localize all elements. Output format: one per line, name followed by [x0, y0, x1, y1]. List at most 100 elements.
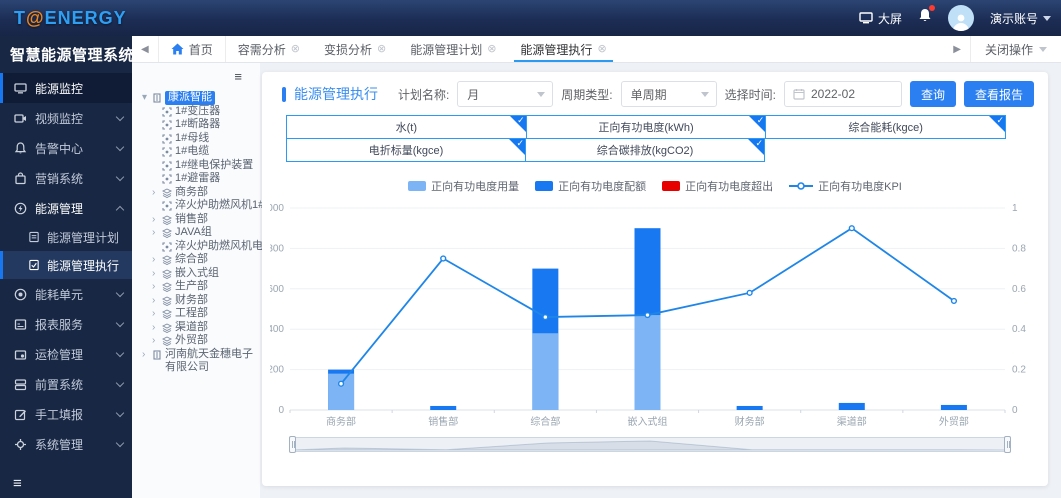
sidebar-item-energy-plan[interactable]: 能源管理计划: [0, 223, 132, 251]
tree-node-department[interactable]: ›销售部: [140, 213, 258, 227]
layers-icon: [162, 282, 172, 292]
sidebar-item-video-monitor[interactable]: 视频监控: [0, 103, 132, 133]
legend-item-quota[interactable]: 正向有功电度配额: [535, 178, 646, 194]
sidebar-collapse-button[interactable]: ≡: [13, 475, 22, 492]
sidebar-item-marketing-system[interactable]: 营销系统: [0, 163, 132, 193]
metric-tab-standard-coal[interactable]: 电折标量(kgce) ✓: [286, 138, 526, 162]
tree-node-department[interactable]: ›外贸部: [140, 334, 258, 348]
execute-doc-icon: [28, 259, 40, 271]
sidebar-item-front-system[interactable]: 前置系统: [0, 369, 132, 399]
sidebar-item-energy-execute[interactable]: 能源管理执行: [0, 251, 132, 279]
chevron-down-icon: [1039, 47, 1047, 52]
expander-icon[interactable]: ›: [152, 213, 159, 227]
expander-icon[interactable]: ›: [152, 267, 159, 281]
tree-node-device[interactable]: 淬火炉助燃风机1#: [140, 199, 258, 213]
datazoom-left-handle[interactable]: [289, 436, 296, 453]
close-icon[interactable]: ⊗: [487, 44, 496, 55]
expander-icon[interactable]: ›: [152, 226, 159, 240]
close-operations-dropdown[interactable]: 关闭操作: [970, 36, 1061, 62]
monitor-icon: [14, 82, 27, 95]
big-screen-button[interactable]: 大屏: [859, 10, 902, 27]
tree-node-department[interactable]: ›综合部: [140, 253, 258, 267]
tab-capacity-analysis[interactable]: 容需分析 ⊗: [226, 36, 312, 62]
plan-doc-icon: [28, 231, 40, 243]
sidebar-item-label: 营销系统: [35, 170, 83, 187]
tab-energy-execute[interactable]: 能源管理执行 ⊗: [508, 36, 618, 62]
query-button[interactable]: 查询: [910, 81, 956, 107]
notifications-button[interactable]: [918, 8, 932, 28]
tree-node-department[interactable]: ›商务部: [140, 186, 258, 200]
tree-node-label: 嵌入式组: [175, 267, 219, 281]
tree-node-device[interactable]: 1#断路器: [140, 118, 258, 132]
tree-node-department[interactable]: › 财务部: [140, 294, 258, 308]
sidebar-item-manual-entry[interactable]: 手工填报: [0, 399, 132, 429]
legend-item-exceed[interactable]: 正向有功电度超出: [662, 178, 773, 194]
close-icon[interactable]: ⊗: [597, 44, 606, 55]
period-type-select[interactable]: 单周期: [621, 81, 717, 107]
expander-icon[interactable]: ▾: [142, 91, 149, 105]
check-icon: ✓: [996, 115, 1004, 126]
datazoom-right-handle[interactable]: [1004, 436, 1011, 453]
tab-label: 能源管理执行: [520, 41, 592, 58]
pencil-form-icon: [14, 408, 27, 421]
tree-node-device[interactable]: 1#继电保护装置: [140, 159, 258, 173]
account-menu[interactable]: 演示账号: [990, 10, 1051, 27]
tree-node-device[interactable]: 淬火炉助燃风机电机: [140, 240, 258, 254]
expander-icon[interactable]: ›: [152, 307, 159, 321]
tab-scroll-left-arrow[interactable]: ◀: [132, 44, 158, 55]
chart-svg: 02004006008001,00000.20.40.60.81商务部销售部综合…: [270, 198, 1040, 438]
sidebar-item-alarm-center[interactable]: 告警中心: [0, 133, 132, 163]
sidebar-item-inspection[interactable]: 运检管理: [0, 339, 132, 369]
tree-node-department[interactable]: ›JAVA组: [140, 226, 258, 240]
tab-home[interactable]: 首页: [158, 36, 226, 62]
close-icon[interactable]: ⊗: [291, 44, 300, 55]
tree-node-company[interactable]: ▾康派智能: [140, 91, 258, 105]
expander-icon[interactable]: ›: [152, 253, 159, 267]
tree-node-device[interactable]: 1#避雷器: [140, 172, 258, 186]
tab-label: 容需分析: [238, 41, 286, 58]
top-navbar: T@ENERGY 大屏 演示账号: [0, 0, 1061, 36]
expander-icon[interactable]: ›: [152, 280, 159, 294]
tree-node-company[interactable]: ›河南航天金穗电子有限公司: [140, 348, 258, 375]
tree-node-department[interactable]: › 嵌入式组: [140, 267, 258, 281]
sidebar-item-energy-management[interactable]: 能源管理: [0, 193, 132, 223]
expander-icon[interactable]: ›: [152, 294, 159, 308]
tab-energy-plan[interactable]: 能源管理计划 ⊗: [398, 36, 508, 62]
metric-tab-carbon[interactable]: 综合碳排放(kgCO2) ✓: [525, 138, 765, 162]
expander-icon[interactable]: ›: [142, 348, 149, 362]
tab-loss-analysis[interactable]: 变损分析 ⊗: [312, 36, 398, 62]
tree-node-label: 1#继电保护装置: [175, 159, 253, 173]
metric-tab-label: 水(t): [396, 119, 417, 135]
sidebar-item-label: 告警中心: [35, 140, 83, 157]
legend-item-usage[interactable]: 正向有功电度用量: [408, 178, 519, 194]
sidebar-item-system-management[interactable]: 系统管理: [0, 429, 132, 459]
legend-item-kpi[interactable]: 正向有功电度KPI: [789, 178, 902, 194]
tree-node-label: 财务部: [175, 294, 208, 308]
time-picker-input[interactable]: 2022-02: [784, 81, 902, 107]
metric-tab-water[interactable]: 水(t) ✓: [286, 115, 527, 139]
sidebar-item-energy-unit[interactable]: 能耗单元: [0, 279, 132, 309]
plan-name-select[interactable]: 月: [457, 81, 553, 107]
tree-node-device[interactable]: 1#母线: [140, 132, 258, 146]
expander-icon[interactable]: ›: [152, 186, 159, 200]
close-icon[interactable]: ⊗: [377, 44, 386, 55]
tree-node-department[interactable]: ›工程部: [140, 307, 258, 321]
tree-menu-icon[interactable]: ≡: [234, 69, 242, 84]
tree-node-device[interactable]: 1#变压器: [140, 105, 258, 119]
expander-icon[interactable]: ›: [152, 321, 159, 335]
chevron-down-icon: [1043, 16, 1051, 21]
chevron-down-icon: [116, 348, 124, 356]
metric-tab-active-power[interactable]: 正向有功电度(kWh) ✓: [526, 115, 767, 139]
tree-node-department[interactable]: ›渠道部: [140, 321, 258, 335]
expander-icon[interactable]: ›: [152, 334, 159, 348]
avatar[interactable]: [948, 5, 974, 31]
sidebar-item-energy-monitor[interactable]: 能源监控: [0, 73, 132, 103]
datazoom-slider[interactable]: [292, 437, 1008, 452]
tab-scroll-right-arrow[interactable]: ▶: [944, 44, 970, 55]
tree-node-device[interactable]: 1#电缆: [140, 145, 258, 159]
chevron-down-icon: [116, 438, 124, 446]
tree-node-department[interactable]: ›生产部: [140, 280, 258, 294]
sidebar-item-report-service[interactable]: 报表服务: [0, 309, 132, 339]
metric-tab-comprehensive-energy[interactable]: 综合能耗(kgce) ✓: [765, 115, 1006, 139]
view-report-button[interactable]: 查看报告: [964, 81, 1034, 107]
